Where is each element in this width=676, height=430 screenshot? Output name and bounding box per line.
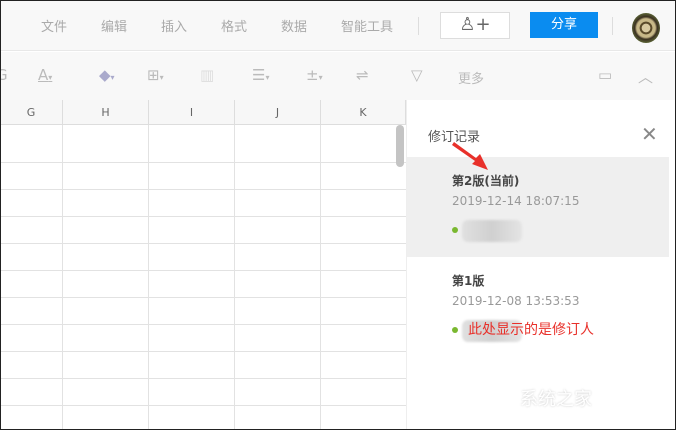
vertical-scrollbar[interactable] bbox=[396, 125, 404, 167]
grid-line bbox=[320, 125, 321, 430]
version-name: 第1版 bbox=[452, 274, 485, 288]
wrap-icon[interactable]: ⇌ bbox=[356, 66, 369, 84]
fill-color-icon[interactable]: ◆▾ bbox=[99, 66, 115, 84]
grid-line bbox=[0, 405, 406, 406]
toolbar: G A▾ ◆▾ ⊞▾ ▥ ☰▾ ±▾ ⇌ ▽ 更多 ▭ ︿ bbox=[0, 52, 676, 100]
panel-title: 修订记录 bbox=[428, 130, 481, 145]
column-header-j[interactable]: J bbox=[235, 100, 321, 125]
close-icon[interactable]: ✕ bbox=[641, 122, 658, 146]
avatar[interactable] bbox=[632, 13, 660, 43]
annotation-text: 此处显示的是修订人 bbox=[468, 322, 594, 338]
share-button[interactable]: 分享 bbox=[530, 12, 598, 38]
menu-insert[interactable]: 插入 bbox=[161, 16, 187, 35]
grid-line bbox=[0, 378, 406, 379]
grid-line bbox=[0, 270, 406, 271]
version-time: 2019-12-08 13:53:53 bbox=[452, 294, 580, 308]
grid-line bbox=[148, 125, 149, 430]
collapse-icon[interactable]: ︿ bbox=[638, 66, 653, 87]
version-time: 2019-12-14 18:07:15 bbox=[452, 194, 580, 208]
border-icon[interactable]: ⊞▾ bbox=[147, 66, 164, 84]
watermark-logo: 系统之家 bbox=[520, 389, 592, 410]
top-bar: 文件 编辑 插入 格式 数据 智能工具 ♙+ 分享 bbox=[0, 0, 676, 51]
vertical-align-icon[interactable]: ±▾ bbox=[306, 66, 323, 84]
underline-icon[interactable]: G bbox=[0, 66, 8, 84]
divider bbox=[612, 17, 613, 35]
divider bbox=[418, 17, 419, 35]
grid-line bbox=[0, 216, 406, 217]
revision-history-panel: 修订记录 ✕ 第2版(当前) 2019-12-14 18:07:15 第1版 2… bbox=[406, 100, 676, 430]
grid-line bbox=[234, 125, 235, 430]
column-header-g[interactable]: G bbox=[0, 100, 63, 125]
editor-name-blurred bbox=[462, 220, 522, 242]
grid-line bbox=[0, 351, 406, 352]
menu-edit[interactable]: 编辑 bbox=[101, 16, 127, 35]
merge-icon[interactable]: ▥ bbox=[200, 66, 214, 84]
menu-file[interactable]: 文件 bbox=[41, 16, 67, 35]
grid-line bbox=[0, 324, 406, 325]
grid-line bbox=[62, 125, 63, 430]
online-dot-icon bbox=[452, 327, 458, 333]
menu-format[interactable]: 格式 bbox=[221, 16, 247, 35]
add-user-icon: ♙+ bbox=[459, 14, 491, 35]
column-header-i[interactable]: I bbox=[149, 100, 235, 125]
font-color-icon[interactable]: A▾ bbox=[38, 66, 52, 84]
version-name: 第2版(当前) bbox=[452, 174, 520, 188]
grid-line bbox=[0, 243, 406, 244]
filter-icon[interactable]: ▽ bbox=[411, 66, 423, 84]
align-icon[interactable]: ☰▾ bbox=[252, 66, 269, 84]
menu-data[interactable]: 数据 bbox=[281, 16, 307, 35]
menu-smart-tools[interactable]: 智能工具 bbox=[341, 16, 393, 35]
column-header-h[interactable]: H bbox=[63, 100, 149, 125]
online-dot-icon bbox=[452, 227, 458, 233]
more-button[interactable]: 更多 bbox=[458, 68, 484, 87]
version-item[interactable]: 第1版 2019-12-08 13:53:53 此处显示的是修订人 bbox=[407, 257, 669, 357]
grid-line bbox=[0, 297, 406, 298]
add-collaborator-button[interactable]: ♙+ bbox=[440, 12, 510, 39]
comment-icon[interactable]: ▭ bbox=[598, 66, 612, 84]
grid-line bbox=[0, 189, 406, 190]
spreadsheet-grid[interactable]: G H I J K bbox=[0, 100, 406, 430]
version-item[interactable]: 第2版(当前) 2019-12-14 18:07:15 bbox=[407, 157, 669, 257]
grid-line bbox=[0, 162, 406, 163]
column-header-k[interactable]: K bbox=[321, 100, 406, 125]
